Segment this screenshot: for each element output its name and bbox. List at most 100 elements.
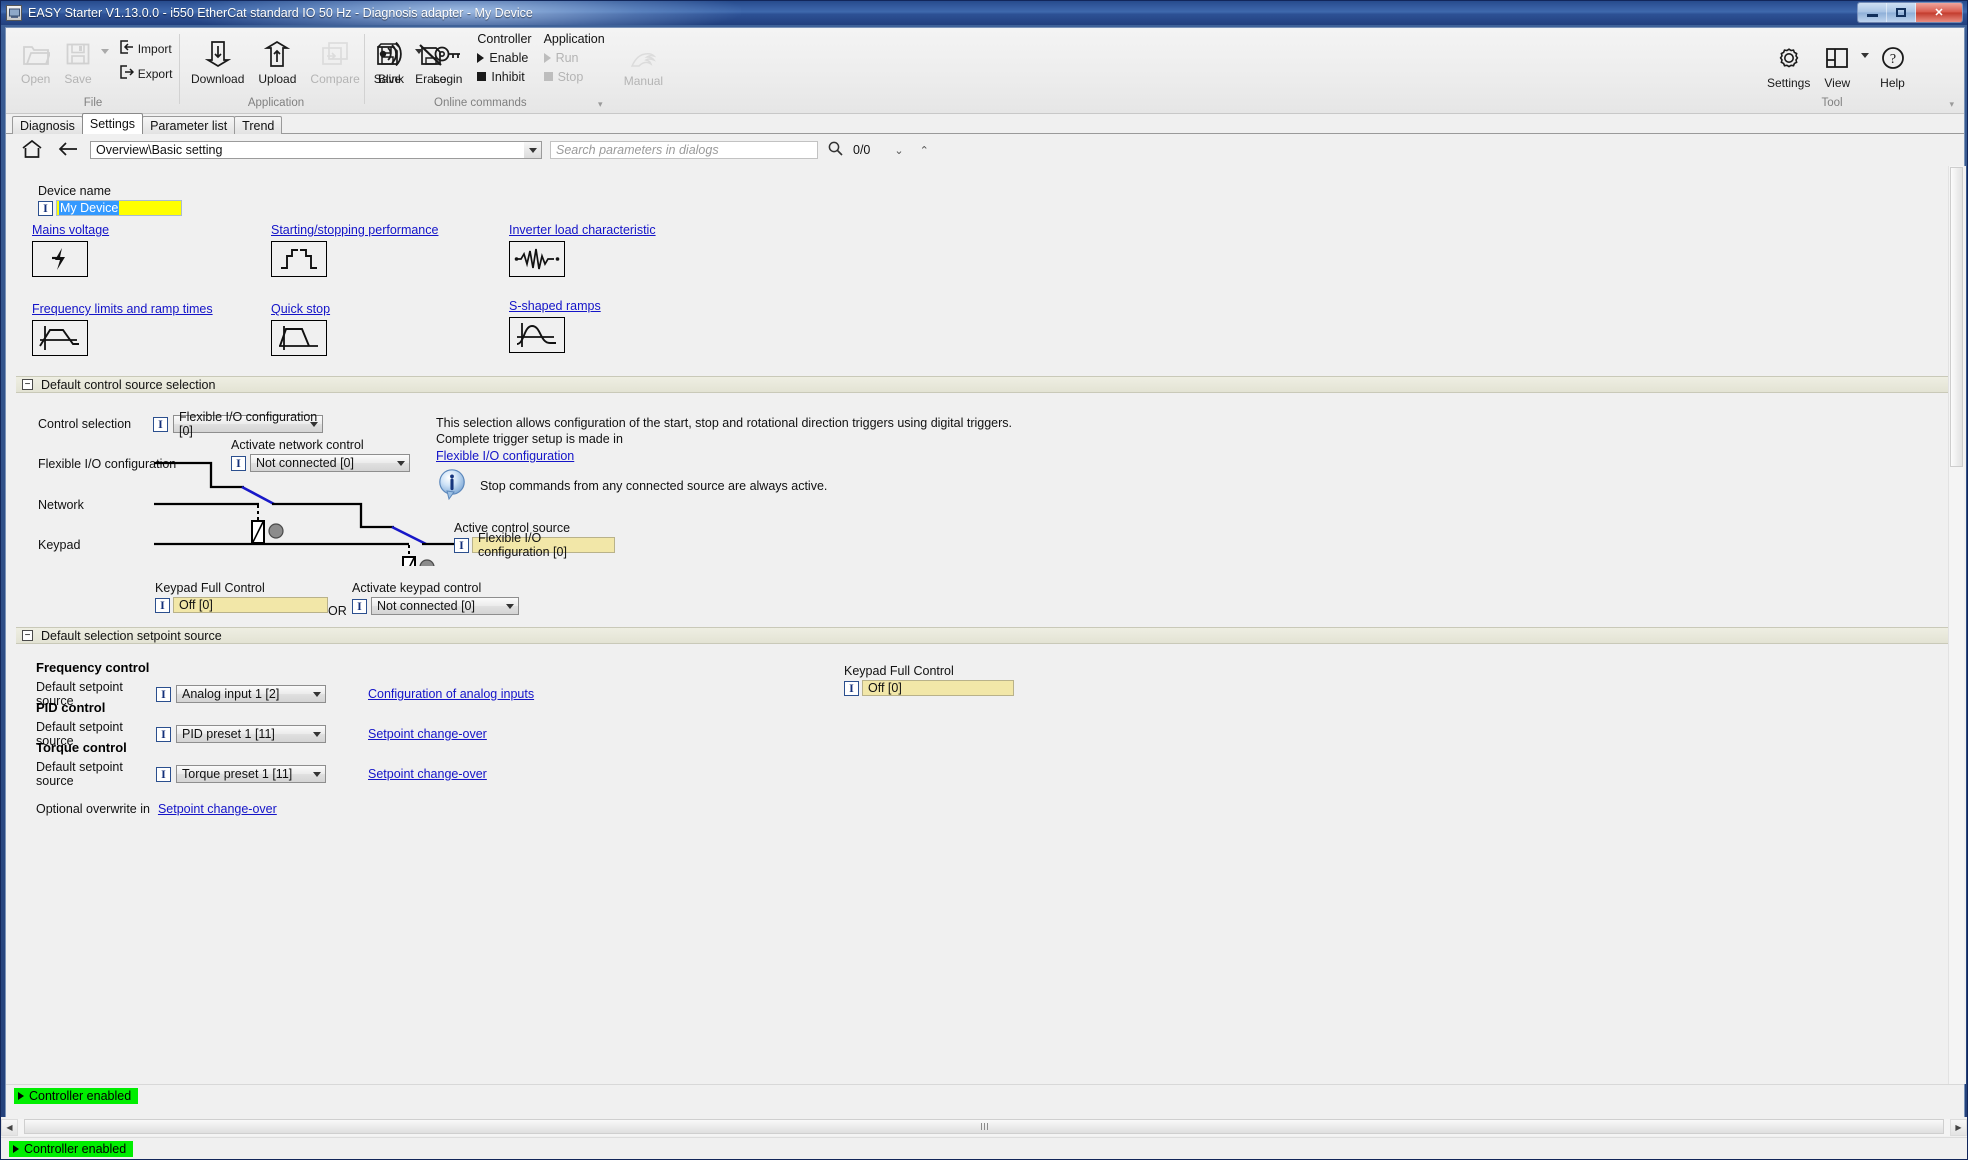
frequency-setpoint-combobox[interactable]: Analog input 1 [2] — [176, 685, 326, 703]
download-button[interactable]: Download — [184, 34, 251, 86]
parameter-info-icon[interactable]: I — [38, 201, 53, 216]
tile-starting-stopping[interactable]: Starting/stopping performance — [271, 223, 438, 277]
optional-overwrite-text: Optional overwrite in — [36, 802, 150, 816]
tab-parameter-list[interactable]: Parameter list — [142, 116, 235, 134]
login-button[interactable]: Login — [426, 34, 469, 86]
tile-mains-voltage-label[interactable]: Mains voltage — [32, 223, 109, 237]
parameter-info-icon[interactable]: I — [155, 598, 170, 613]
tile-quick-stop[interactable]: Quick stop — [271, 302, 330, 356]
vertical-scrollbar-thumb[interactable] — [1950, 167, 1963, 467]
tool-dialog-launcher[interactable]: ▾ — [1949, 99, 1954, 110]
open-button[interactable]: Open — [14, 34, 57, 86]
back-arrow-icon[interactable] — [54, 142, 82, 159]
pid-setpoint-combobox[interactable]: PID preset 1 [11] — [176, 725, 326, 743]
parameter-info-icon[interactable]: I — [352, 599, 367, 614]
s-ramp-icon[interactable] — [509, 317, 565, 353]
quick-stop-icon[interactable] — [271, 320, 327, 356]
tab-settings[interactable]: Settings — [82, 113, 143, 134]
maximize-button[interactable] — [1887, 3, 1916, 22]
import-button[interactable]: Import — [119, 40, 173, 57]
enable-label: Enable — [489, 51, 528, 65]
search-next-button[interactable]: ⌃ — [920, 144, 929, 157]
save-file-button[interactable]: Save — [57, 34, 98, 86]
torque-setpoint-combobox[interactable]: Torque preset 1 [11] — [176, 765, 326, 783]
ramp-limits-icon[interactable] — [32, 320, 88, 356]
help-button[interactable]: ? Help — [1873, 38, 1912, 90]
collapse-icon[interactable]: − — [22, 379, 33, 390]
tile-frequency-limits[interactable]: Frequency limits and ramp times — [32, 302, 213, 356]
manual-button[interactable]: Manual — [617, 46, 670, 88]
start-stop-waveform-icon[interactable] — [271, 241, 327, 277]
activate-keypad-control-combobox[interactable]: Not connected [0] — [371, 597, 519, 615]
tile-s-shaped-ramps-label[interactable]: S-shaped ramps — [509, 299, 601, 313]
online-dialog-launcher[interactable]: ▾ — [598, 99, 603, 110]
tab-trend[interactable]: Trend — [234, 116, 282, 134]
tile-inverter-load[interactable]: Inverter load characteristic — [509, 223, 656, 277]
activate-network-control-label: Activate network control — [231, 438, 410, 452]
inner-status-bar: Controller enabled — [6, 1084, 1964, 1106]
horizontal-scrollbar-thumb[interactable] — [24, 1119, 1944, 1134]
upload-button[interactable]: Upload — [251, 34, 303, 86]
export-label: Export — [138, 67, 173, 81]
activate-network-control-combobox[interactable]: Not connected [0] — [250, 454, 410, 472]
ribbon-toolbar: Open Save — [6, 28, 1964, 114]
settings-button[interactable]: Settings — [1760, 38, 1817, 90]
blink-dropdown-button[interactable] — [412, 34, 426, 68]
download-icon — [205, 37, 231, 71]
home-icon[interactable] — [18, 139, 46, 162]
blink-button[interactable]: Blink — [370, 34, 412, 86]
application-stop-button[interactable]: Stop — [544, 67, 605, 86]
controller-enable-button[interactable]: Enable — [477, 48, 531, 67]
tile-frequency-limits-label[interactable]: Frequency limits and ramp times — [32, 302, 213, 316]
search-icon[interactable] — [826, 141, 845, 159]
parameter-info-icon[interactable]: I — [156, 727, 171, 742]
configuration-analog-inputs-link[interactable]: Configuration of analog inputs — [368, 687, 534, 701]
application-run-button[interactable]: Run — [544, 48, 605, 67]
torque-setpoint-label: Default setpoint source — [36, 760, 151, 788]
path-combobox[interactable]: Overview\Basic setting — [90, 141, 542, 159]
keypad-full-control-value: Off [0] — [173, 597, 328, 613]
search-prev-button[interactable]: ⌄ — [894, 144, 903, 157]
lightning-bolt-icon[interactable] — [32, 241, 88, 277]
group-header-setpoint-source[interactable]: − Default selection setpoint source — [16, 627, 1956, 644]
parameter-info-icon[interactable]: I — [454, 538, 469, 553]
export-button[interactable]: Export — [119, 65, 173, 82]
controller-inhibit-button[interactable]: Inhibit — [477, 67, 531, 86]
control-selection-combobox[interactable]: Flexible I/O configuration [0] — [173, 415, 323, 433]
minimize-button[interactable] — [1858, 3, 1887, 22]
save-dropdown-button[interactable] — [99, 34, 109, 68]
chevron-down-icon[interactable] — [524, 142, 541, 158]
tile-mains-voltage[interactable]: Mains voltage — [32, 223, 109, 277]
scroll-left-button[interactable]: ◀ — [1, 1119, 18, 1136]
device-name-input[interactable]: My Device — [56, 200, 182, 216]
tile-starting-stopping-label[interactable]: Starting/stopping performance — [271, 223, 438, 237]
flexible-io-configuration-link[interactable]: Flexible I/O configuration — [436, 449, 574, 463]
compare-button[interactable]: Compare — [303, 34, 366, 86]
stop-label: Stop — [558, 70, 584, 84]
search-input[interactable]: Search parameters in dialogs — [550, 141, 818, 159]
load-characteristic-icon[interactable] — [509, 241, 565, 277]
tile-s-shaped-ramps[interactable]: S-shaped ramps — [509, 299, 601, 353]
vertical-scrollbar[interactable] — [1948, 166, 1964, 1084]
view-dropdown-button[interactable] — [1857, 38, 1873, 72]
manual-label: Manual — [624, 74, 663, 88]
parameter-info-icon[interactable]: I — [156, 687, 171, 702]
parameter-info-icon[interactable]: I — [156, 767, 171, 782]
horizontal-scrollbar-track[interactable] — [18, 1119, 1950, 1136]
parameter-info-icon[interactable]: I — [231, 456, 246, 471]
torque-setpoint-changeover-link[interactable]: Setpoint change-over — [368, 767, 487, 781]
collapse-icon[interactable]: − — [22, 630, 33, 641]
parameter-info-icon[interactable]: I — [844, 681, 859, 696]
close-button[interactable]: ✕ — [1916, 3, 1962, 22]
view-button[interactable]: View — [1817, 38, 1857, 90]
tile-inverter-load-label[interactable]: Inverter load characteristic — [509, 223, 656, 237]
scroll-right-button[interactable]: ▶ — [1950, 1119, 1967, 1136]
parameter-info-icon[interactable]: I — [153, 417, 168, 432]
tab-diagnosis[interactable]: Diagnosis — [12, 116, 83, 134]
stop-square-icon — [477, 72, 486, 81]
optional-overwrite-link[interactable]: Setpoint change-over — [158, 802, 277, 816]
tile-quick-stop-label[interactable]: Quick stop — [271, 302, 330, 316]
pid-setpoint-changeover-link[interactable]: Setpoint change-over — [368, 727, 487, 741]
group-header-control-source[interactable]: − Default control source selection — [16, 376, 1956, 393]
horizontal-scrollbar[interactable]: ◀ ▶ — [1, 1119, 1967, 1136]
